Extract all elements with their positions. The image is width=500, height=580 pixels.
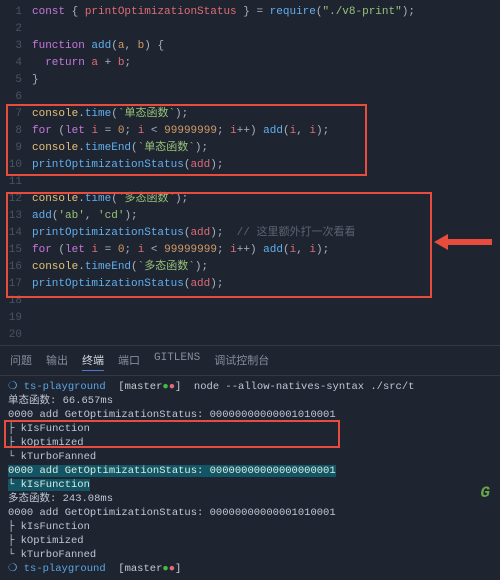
code-content[interactable]: console.time(`多态函数`);	[32, 191, 500, 208]
code-line[interactable]: 10printOptimizationStatus(add);	[0, 157, 500, 174]
git-branch: [master●●]	[112, 381, 188, 393]
line-number: 10	[0, 157, 32, 174]
git-branch-2: [master●●]	[112, 563, 188, 575]
code-content[interactable]: }	[32, 72, 500, 89]
tab-gitlens[interactable]: GITLENS	[154, 350, 200, 371]
line-number: 7	[0, 106, 32, 123]
code-content[interactable]: for (let i = 0; i < 99999999; i++) add(i…	[32, 123, 500, 140]
line-number: 8	[0, 123, 32, 140]
line-number: 2	[0, 21, 32, 38]
output-status-1: 0000 add GetOptimizationStatus: 00000000…	[8, 408, 492, 422]
code-line[interactable]: 6	[0, 89, 500, 106]
line-number: 15	[0, 242, 32, 259]
line-number: 14	[0, 225, 32, 242]
code-content[interactable]: printOptimizationStatus(add); // 这里额外打一次…	[32, 225, 500, 242]
code-content[interactable]: for (let i = 0; i < 99999999; i++) add(i…	[32, 242, 500, 259]
code-content[interactable]: const { printOptimizationStatus } = requ…	[32, 4, 500, 21]
code-content[interactable]: function add(a, b) {	[32, 38, 500, 55]
bottom-panel: 问题 输出 终端 端口 GITLENS 调试控制台 ❍ ts-playgroun…	[0, 345, 500, 508]
code-content[interactable]	[32, 89, 500, 106]
terminal-command: node --allow-natives-syntax ./src/t	[194, 381, 415, 393]
code-content[interactable]: add('ab', 'cd');	[32, 208, 500, 225]
line-number: 18	[0, 293, 32, 310]
terminal-output[interactable]: ❍ ts-playground [master●●] node --allow-…	[0, 376, 500, 580]
code-line[interactable]: 18	[0, 293, 500, 310]
code-content[interactable]: console.time(`单态函数`);	[32, 106, 500, 123]
code-line[interactable]: 1const { printOptimizationStatus } = req…	[0, 4, 500, 21]
code-line[interactable]: 13add('ab', 'cd');	[0, 208, 500, 225]
line-number: 16	[0, 259, 32, 276]
line-number: 6	[0, 89, 32, 106]
code-editor[interactable]: 1const { printOptimizationStatus } = req…	[0, 0, 500, 345]
code-content[interactable]	[32, 327, 500, 344]
code-content[interactable]: console.timeEnd(`多态函数`);	[32, 259, 500, 276]
code-line[interactable]: 19	[0, 310, 500, 327]
line-number: 1	[0, 4, 32, 21]
line-number: 9	[0, 140, 32, 157]
output-k3b: └ kTurboFanned	[8, 548, 492, 562]
code-content[interactable]: console.timeEnd(`单态函数`);	[32, 140, 500, 157]
code-line[interactable]: 9console.timeEnd(`单态函数`);	[0, 140, 500, 157]
code-line[interactable]: 14printOptimizationStatus(add); // 这里额外打…	[0, 225, 500, 242]
line-number: 4	[0, 55, 32, 72]
panel-tabs: 问题 输出 终端 端口 GITLENS 调试控制台	[0, 346, 500, 376]
code-line[interactable]: 12console.time(`多态函数`);	[0, 191, 500, 208]
line-number: 19	[0, 310, 32, 327]
code-line[interactable]: 20	[0, 327, 500, 344]
line-number: 5	[0, 72, 32, 89]
code-content[interactable]: printOptimizationStatus(add);	[32, 276, 500, 293]
tab-output[interactable]: 输出	[46, 350, 68, 371]
line-number: 17	[0, 276, 32, 293]
tab-ports[interactable]: 端口	[118, 350, 140, 371]
output-k-hl: └ kIsFunction	[8, 479, 90, 491]
code-line[interactable]: 11	[0, 174, 500, 191]
code-line[interactable]: 4 return a + b;	[0, 55, 500, 72]
code-content[interactable]	[32, 174, 500, 191]
prompt-icon-2: ❍ ts-playground	[8, 563, 106, 575]
line-number: 3	[0, 38, 32, 55]
output-k2b: ├ kOptimized	[8, 534, 492, 548]
code-line[interactable]: 3function add(a, b) {	[0, 38, 500, 55]
line-number: 13	[0, 208, 32, 225]
output-mono-time: 单态函数: 66.657ms	[8, 394, 492, 408]
output-poly-time: 多态函数: 243.08ms	[8, 492, 492, 506]
prompt-icon: ❍ ts-playground	[8, 381, 106, 393]
output-k1: ├ kIsFunction	[8, 422, 492, 436]
tab-terminal[interactable]: 终端	[82, 350, 104, 371]
code-line[interactable]: 17printOptimizationStatus(add);	[0, 276, 500, 293]
code-line[interactable]: 16console.timeEnd(`多态函数`);	[0, 259, 500, 276]
code-line[interactable]: 5}	[0, 72, 500, 89]
output-k1b: ├ kIsFunction	[8, 520, 492, 534]
annotation-arrow	[434, 234, 492, 250]
tab-debug[interactable]: 调试控制台	[214, 350, 269, 371]
output-status-2: 0000 add GetOptimizationStatus: 00000000…	[8, 506, 492, 520]
code-content[interactable]	[32, 310, 500, 327]
code-line[interactable]: 8for (let i = 0; i < 99999999; i++) add(…	[0, 123, 500, 140]
tab-problems[interactable]: 问题	[10, 350, 32, 371]
code-line[interactable]: 7console.time(`单态函数`);	[0, 106, 500, 123]
code-content[interactable]	[32, 293, 500, 310]
output-status-hl: 0000 add GetOptimizationStatus: 00000000…	[8, 465, 336, 477]
line-number: 20	[0, 327, 32, 344]
code-content[interactable]: return a + b;	[32, 55, 500, 72]
output-k3: └ kTurboFanned	[8, 450, 492, 464]
code-line[interactable]: 2	[0, 21, 500, 38]
watermark-icon: G	[480, 484, 490, 502]
line-number: 12	[0, 191, 32, 208]
line-number: 11	[0, 174, 32, 191]
code-content[interactable]: printOptimizationStatus(add);	[32, 157, 500, 174]
code-line[interactable]: 15for (let i = 0; i < 99999999; i++) add…	[0, 242, 500, 259]
code-content[interactable]	[32, 21, 500, 38]
output-k2: ├ kOptimized	[8, 436, 492, 450]
